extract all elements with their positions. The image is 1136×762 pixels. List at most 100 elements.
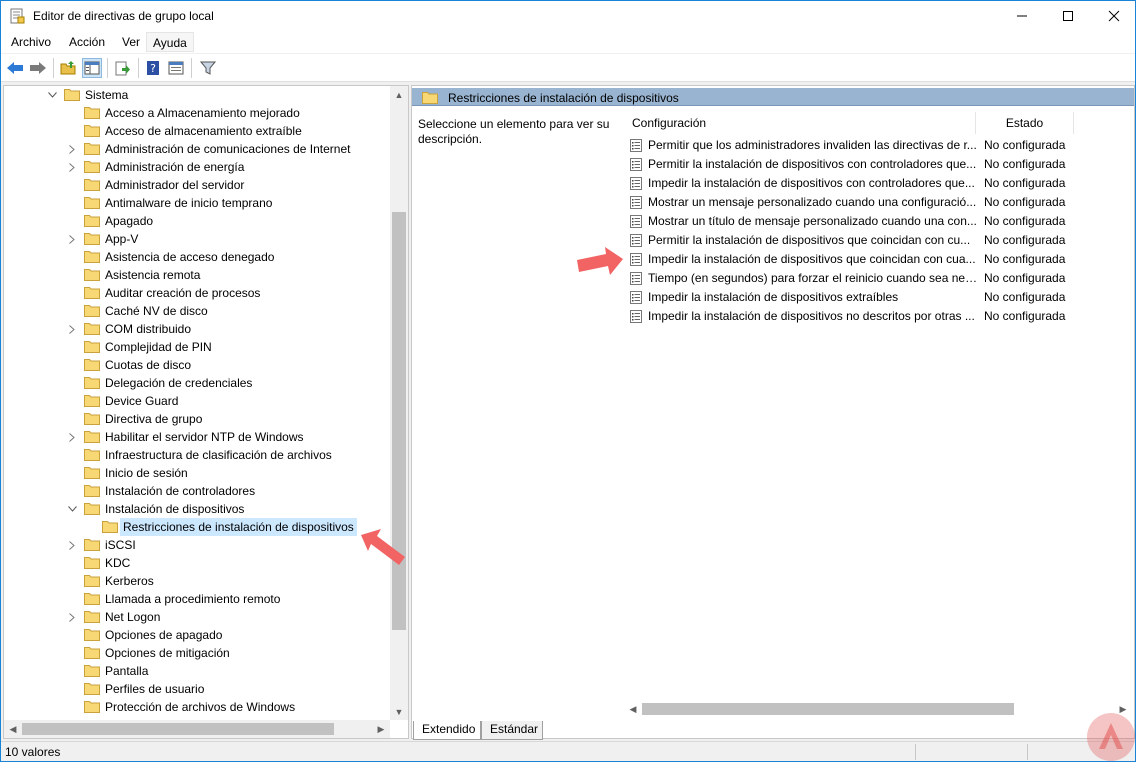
chevron-down-icon[interactable] [46, 86, 58, 104]
policy-row[interactable]: Impedir la instalación de dispositivos n… [628, 307, 1128, 326]
tree-item-label: Habilitar el servidor NTP de Windows [105, 430, 304, 444]
tree-item[interactable]: Protección de archivos de Windows [4, 698, 384, 716]
minimize-button[interactable] [999, 1, 1045, 31]
tree-item[interactable]: Device Guard [4, 392, 384, 410]
policy-setting-icon [630, 196, 642, 209]
tree-item[interactable]: Directiva de grupo [4, 410, 384, 428]
tree-item[interactable]: App-V [4, 230, 384, 248]
tree-item[interactable]: Antimalware de inicio temprano [4, 194, 384, 212]
show-hide-tree-icon [84, 61, 100, 75]
tree-item[interactable]: Delegación de credenciales [4, 374, 384, 392]
tree-hscroll-thumb[interactable] [22, 723, 334, 735]
export-list-button[interactable] [113, 58, 133, 78]
chevron-right-icon[interactable] [66, 608, 78, 626]
tree-item[interactable]: Instalación de dispositivos [4, 500, 384, 518]
back-button[interactable] [5, 58, 25, 78]
policy-row[interactable]: Mostrar un título de mensaje personaliza… [628, 212, 1128, 231]
tree-item[interactable]: Instalación de controladores [4, 482, 384, 500]
tree-item-label: Sistema [85, 88, 129, 102]
folder-icon [84, 665, 100, 677]
policy-row[interactable]: Impedir la instalación de dispositivos c… [628, 174, 1128, 193]
details-hscroll-thumb[interactable] [642, 703, 1014, 715]
tree-item[interactable]: Opciones de mitigación [4, 644, 384, 662]
scroll-right-icon[interactable]: ▶ [372, 720, 390, 738]
folder-icon [84, 305, 100, 317]
policy-name: Mostrar un título de mensaje personaliza… [648, 214, 977, 228]
folder-icon [84, 323, 100, 335]
scroll-up-icon[interactable]: ▲ [390, 86, 408, 103]
tree-item[interactable]: KDC [4, 554, 384, 572]
up-folder-button[interactable] [58, 58, 78, 78]
folder-icon [64, 89, 80, 101]
tree-item[interactable]: Restricciones de instalación de disposit… [4, 518, 384, 536]
tree-item[interactable]: Infraestructura de clasificación de arch… [4, 446, 384, 464]
tree-item[interactable]: Opciones de apagado [4, 626, 384, 644]
tree-item-label: Auditar creación de procesos [105, 286, 261, 300]
tree-item[interactable]: Acceso a Almacenamiento mejorado [4, 104, 384, 122]
scroll-down-icon[interactable]: ▼ [390, 703, 408, 720]
watermark-logo-icon [1087, 713, 1135, 761]
tree-item[interactable]: Kerberos [4, 572, 384, 590]
tree-item[interactable]: Administración de energía [4, 158, 384, 176]
tree-item[interactable]: Perfiles de usuario [4, 680, 384, 698]
tree-item[interactable]: Acceso de almacenamiento extraíble [4, 122, 384, 140]
tree-item[interactable]: Cuotas de disco [4, 356, 384, 374]
close-button[interactable] [1091, 1, 1136, 31]
show-hide-tree-button[interactable] [82, 58, 102, 78]
tree-item-label: Antimalware de inicio temprano [105, 196, 273, 210]
tree-item[interactable]: iSCSI [4, 536, 384, 554]
menu-ayuda[interactable]: Ayuda [146, 32, 194, 52]
tree-item[interactable]: Caché NV de disco [4, 302, 384, 320]
properties-button[interactable] [166, 58, 186, 78]
chevron-right-icon[interactable] [66, 428, 78, 446]
tree-vertical-scrollbar[interactable]: ▲ ▼ [390, 86, 408, 720]
tree-item[interactable]: Asistencia de acceso denegado [4, 248, 384, 266]
tree-item[interactable]: Habilitar el servidor NTP de Windows [4, 428, 384, 446]
filter-button[interactable] [198, 58, 218, 78]
policy-row[interactable]: Permitir que los administradores invalid… [628, 136, 1128, 155]
tree-item-label: Kerberos [105, 574, 154, 588]
tree-item[interactable]: Complejidad de PIN [4, 338, 384, 356]
tree-item[interactable]: Administrador del servidor [4, 176, 384, 194]
column-header-configuracion[interactable]: Configuración [626, 112, 976, 134]
policy-row[interactable]: Tiempo (en segundos) para forzar el rein… [628, 269, 1128, 288]
tree-item[interactable]: Asistencia remota [4, 266, 384, 284]
menu-ver[interactable]: Ver [122, 35, 140, 49]
tree-item[interactable]: Pantalla [4, 662, 384, 680]
policy-setting-icon [630, 177, 642, 190]
tree-item[interactable]: Apagado [4, 212, 384, 230]
tree-item-sistema[interactable]: Sistema [4, 86, 384, 104]
chevron-right-icon[interactable] [66, 320, 78, 338]
column-header-estado[interactable]: Estado [976, 112, 1074, 134]
forward-button[interactable] [28, 58, 48, 78]
chevron-right-icon[interactable] [66, 158, 78, 176]
tab-extendido[interactable]: Extendido [413, 721, 481, 740]
maximize-button[interactable] [1045, 1, 1091, 31]
tree-item[interactable]: Auditar creación de procesos [4, 284, 384, 302]
policy-row[interactable]: Impedir la instalación de dispositivos q… [628, 250, 1128, 269]
policy-row[interactable]: Impedir la instalación de dispositivos e… [628, 288, 1128, 307]
folder-icon [422, 92, 438, 104]
policy-row[interactable]: Permitir la instalación de dispositivos … [628, 155, 1128, 174]
chevron-right-icon[interactable] [66, 140, 78, 158]
tab-estandar[interactable]: Estándar [481, 721, 543, 740]
chevron-down-icon[interactable] [66, 500, 78, 518]
policy-row[interactable]: Permitir la instalación de dispositivos … [628, 231, 1128, 250]
menu-archivo[interactable]: Archivo [11, 35, 51, 49]
scroll-left-icon[interactable]: ◀ [4, 720, 22, 738]
tree-item[interactable]: Administración de comunicaciones de Inte… [4, 140, 384, 158]
policy-state: No configurada [984, 157, 1066, 171]
menu-accion[interactable]: Acción [69, 35, 105, 49]
help-button[interactable]: ? [143, 58, 163, 78]
chevron-right-icon[interactable] [66, 230, 78, 248]
chevron-right-icon[interactable] [66, 536, 78, 554]
scroll-left-icon[interactable]: ◀ [624, 700, 642, 718]
details-horizontal-scrollbar[interactable]: ◀ ▶ [624, 700, 1132, 718]
tree-item[interactable]: Llamada a procedimiento remoto [4, 590, 384, 608]
policy-row[interactable]: Mostrar un mensaje personalizado cuando … [628, 193, 1128, 212]
tree-item[interactable]: COM distribuido [4, 320, 384, 338]
tree-item-label: Asistencia remota [105, 268, 201, 282]
tree-horizontal-scrollbar[interactable]: ◀ ▶ [4, 720, 390, 738]
tree-item[interactable]: Inicio de sesión [4, 464, 384, 482]
tree-item[interactable]: Net Logon [4, 608, 384, 626]
